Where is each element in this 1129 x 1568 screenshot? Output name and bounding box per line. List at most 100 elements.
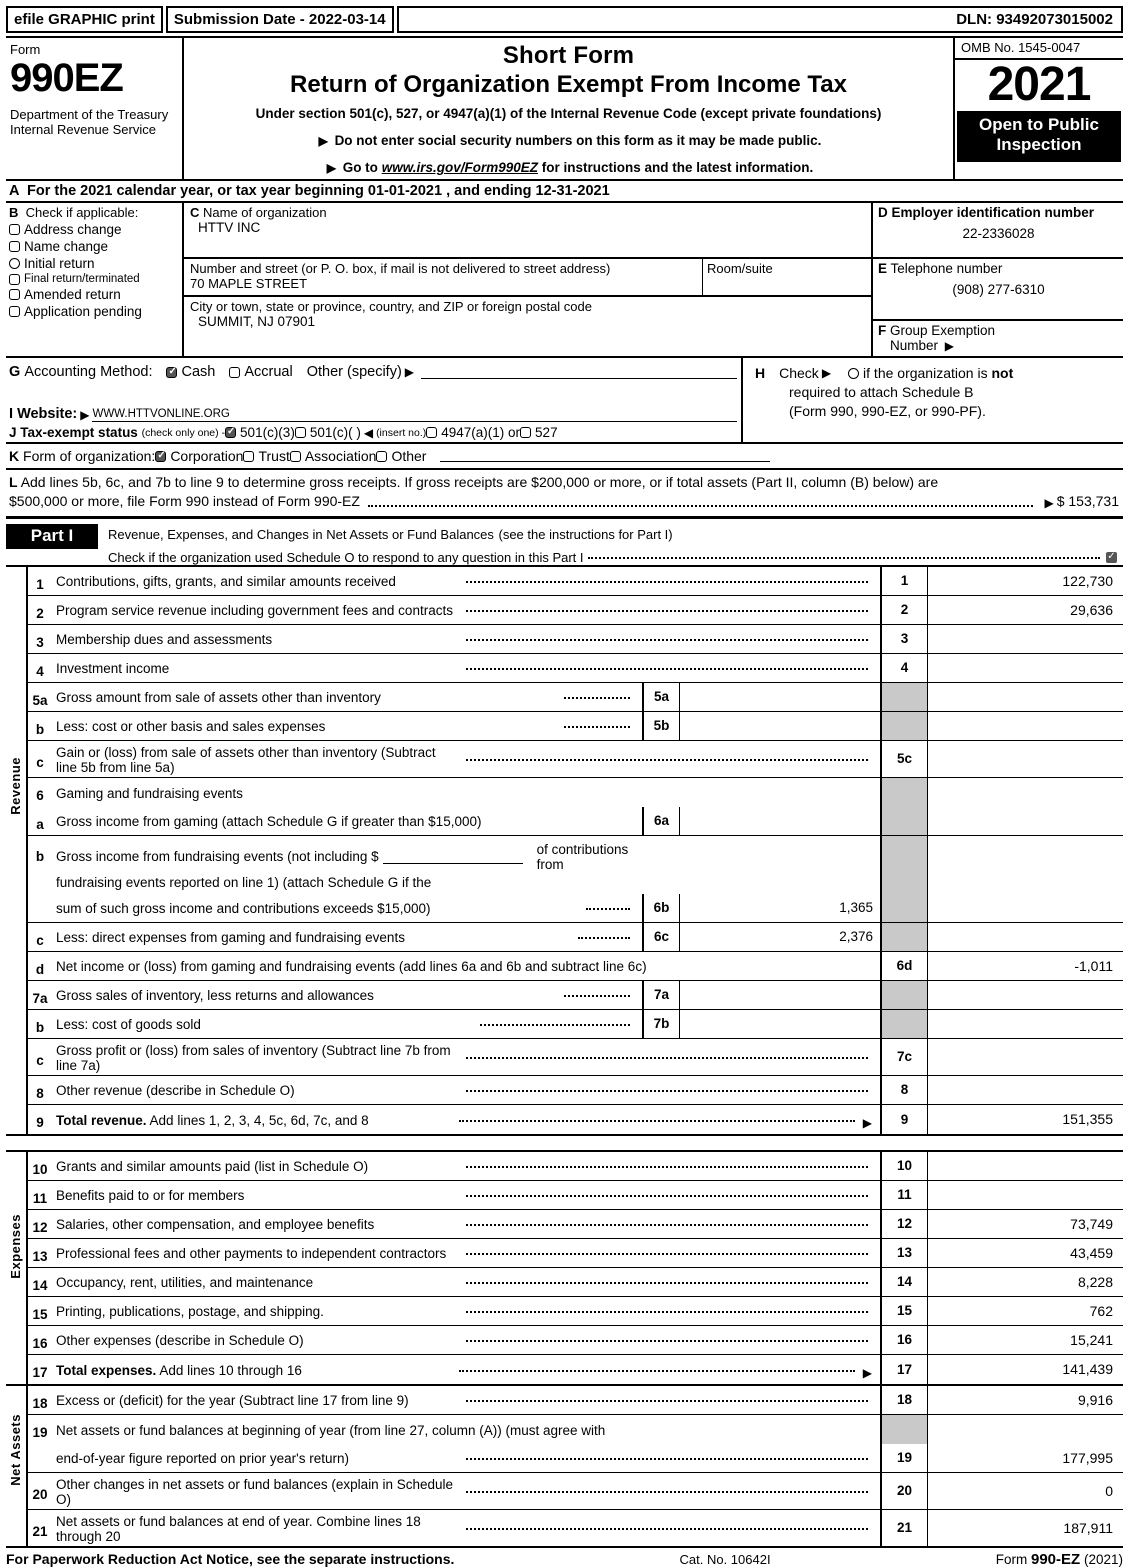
checkbox-icon[interactable] — [9, 224, 20, 235]
line-value[interactable]: 151,355 — [928, 1105, 1123, 1134]
checkbox-other-icon[interactable] — [376, 450, 388, 462]
line-number: b — [35, 849, 45, 865]
line-value[interactable]: 8,228 — [928, 1268, 1123, 1296]
line-value[interactable]: -1,011 — [928, 952, 1123, 980]
line-number: 14 — [32, 1277, 48, 1293]
table-row: a Gross income from gaming (attach Sched… — [28, 806, 1123, 836]
footer-form-id: Form 990-EZ (2021) — [996, 1551, 1123, 1568]
section-f-letter: F — [878, 323, 887, 338]
checkbox-icon[interactable] — [9, 241, 20, 252]
sub-line-value[interactable] — [680, 712, 880, 740]
line-value[interactable]: 0 — [928, 1473, 1123, 1509]
check-only-one-note: (check only one) - — [141, 426, 226, 439]
line-number-box: 15 — [880, 1296, 928, 1325]
line-value[interactable]: 29,636 — [928, 596, 1123, 624]
fundraising-contrib-input[interactable] — [382, 850, 523, 864]
form-of-org-other-input[interactable] — [440, 450, 771, 462]
line-number: 7a — [32, 990, 48, 1006]
table-row: b Less: cost of goods sold 7b — [28, 1009, 1123, 1039]
line-value[interactable]: 187,911 — [928, 1510, 1123, 1546]
checkbox-icon[interactable] — [9, 273, 20, 285]
ssn-notice: ▶ Do not enter social security numbers o… — [190, 133, 947, 148]
section-l-letter: L — [9, 474, 18, 490]
line-value[interactable] — [928, 741, 1123, 777]
sub-line-number: 7b — [644, 1009, 680, 1038]
section-k-form-of-organization: K Form of organization: Corporation Trus… — [6, 444, 1123, 470]
form-subtitle: Under section 501(c), 527, or 4947(a)(1)… — [255, 106, 882, 121]
checkbox-icon[interactable] — [9, 306, 20, 317]
other-specify-input[interactable] — [421, 365, 737, 379]
line-value[interactable] — [928, 654, 1123, 682]
checkbox-trust-icon[interactable] — [243, 450, 255, 462]
sub-line-value[interactable]: 2,376 — [680, 923, 880, 951]
option-corporation-label: Corporation — [170, 448, 244, 464]
line-value[interactable]: 73,749 — [928, 1210, 1123, 1238]
section-def-block: D Employer identification number 22-2336… — [873, 203, 1123, 356]
checkbox-icon[interactable] — [9, 258, 20, 269]
checkbox-501c3-icon[interactable] — [225, 426, 237, 438]
phone-label: E Telephone number — [878, 261, 1119, 276]
website-value[interactable]: WWW.HTTVONLINE.ORG — [92, 408, 737, 422]
goto-suffix: for instructions and the latest informat… — [541, 160, 814, 175]
checkbox-initial-return[interactable]: Initial return — [9, 256, 180, 271]
line-number: 11 — [32, 1190, 48, 1206]
checkbox-accrual-icon[interactable] — [229, 366, 241, 378]
sub-line-number: 6b — [644, 893, 680, 922]
checkbox-application-pending[interactable]: Application pending — [9, 304, 180, 319]
line-value[interactable] — [928, 1039, 1123, 1075]
sub-line-value[interactable] — [680, 683, 880, 711]
section-a-letter: A — [9, 183, 19, 199]
cash-label: Cash — [181, 364, 216, 380]
line-value[interactable]: 9,916 — [928, 1386, 1123, 1414]
checkbox-address-change[interactable]: Address change — [9, 222, 180, 237]
line-number: c — [36, 754, 44, 770]
section-l-gross-receipts: L Add lines 5b, 6c, and 7b to line 9 to … — [6, 470, 1123, 519]
checkbox-schedule-b-icon[interactable] — [848, 367, 860, 379]
line-value[interactable]: 122,730 — [928, 567, 1123, 595]
line-description-part3: sum of such gross income and contributio… — [56, 901, 431, 917]
checkbox-association-icon[interactable] — [289, 450, 301, 462]
line-value[interactable] — [928, 625, 1123, 653]
sub-line-value[interactable] — [680, 1010, 880, 1038]
sub-line-number: 5a — [644, 682, 680, 711]
table-row: 9 Total revenue. Add lines 1, 2, 3, 4, 5… — [28, 1104, 1123, 1134]
section-b-checkboxes: B Check if applicable: Address change Na… — [6, 203, 184, 356]
line-number: 21 — [32, 1523, 48, 1539]
line-value[interactable] — [928, 1152, 1123, 1180]
checkbox-amended-return[interactable]: Amended return — [9, 287, 180, 302]
table-row: 5a Gross amount from sale of assets othe… — [28, 682, 1123, 712]
line-number-box: 16 — [880, 1325, 928, 1354]
checkbox-4947a1-icon[interactable] — [426, 427, 438, 438]
checkbox-final-return[interactable]: Final return/terminated — [9, 273, 180, 285]
line-description-part2: fundraising events reported on line 1) (… — [56, 874, 432, 890]
line-value[interactable] — [928, 1181, 1123, 1209]
line-value[interactable]: 177,995 — [928, 1444, 1123, 1472]
sub-line-value[interactable] — [680, 981, 880, 1009]
triangle-left-icon: ◀ — [363, 425, 374, 440]
sub-line-value[interactable] — [680, 807, 880, 835]
sub-line-value[interactable]: 1,365 — [680, 894, 880, 922]
line-value[interactable]: 762 — [928, 1297, 1123, 1325]
checkbox-name-change[interactable]: Name change — [9, 239, 180, 254]
checkbox-cash-icon[interactable] — [166, 366, 178, 378]
checkbox-corporation-icon[interactable] — [155, 450, 167, 462]
checkbox-icon[interactable] — [9, 289, 20, 300]
line-number-box-shaded — [880, 980, 928, 1009]
line-description-bold: Total revenue. — [56, 1112, 147, 1128]
irs-form-url[interactable]: www.irs.gov/Form990EZ — [382, 160, 538, 175]
org-info-block: B Check if applicable: Address change Na… — [6, 203, 1123, 358]
line-value[interactable]: 43,459 — [928, 1239, 1123, 1267]
checkbox-schedule-o-icon[interactable]: ✓ — [1106, 551, 1117, 563]
table-row: 14 Occupancy, rent, utilities, and maint… — [28, 1267, 1123, 1297]
checkbox-501c-icon[interactable] — [294, 427, 306, 438]
line-description: Add lines 1, 2, 3, 4, 5c, 6d, 7c, and 8 — [149, 1112, 369, 1128]
table-row: 15 Printing, publications, postage, and … — [28, 1296, 1123, 1326]
triangle-bullet-icon: ▶ — [821, 366, 832, 381]
section-i-website: I Website: ▶ WWW.HTTVONLINE.ORG — [9, 406, 737, 422]
line-value[interactable]: 15,241 — [928, 1326, 1123, 1354]
line-description-part1: Gross income from fundraising events (no… — [56, 849, 379, 865]
line-number-box: 5c — [880, 740, 928, 777]
line-value[interactable] — [928, 1076, 1123, 1104]
line-value[interactable]: 141,439 — [928, 1355, 1123, 1384]
checkbox-527-icon[interactable] — [520, 427, 532, 438]
